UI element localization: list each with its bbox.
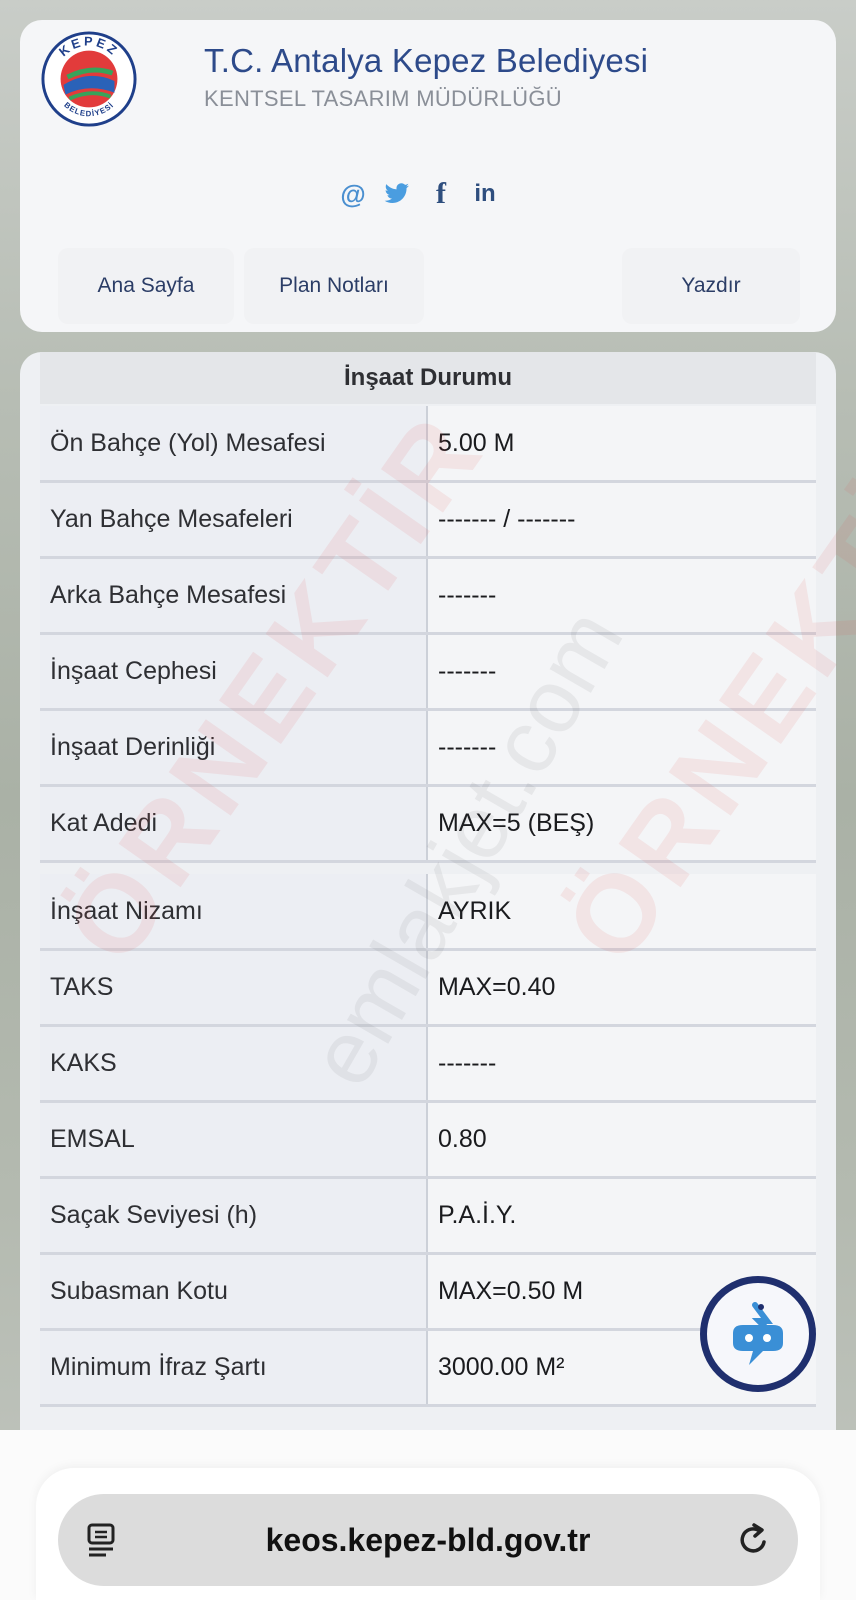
table-row: İnşaat Cephesi ------- (40, 634, 816, 708)
row-label: Arka Bahçe Mesafesi (40, 558, 428, 632)
construction-status-card: İnşaat Durumu Ön Bahçe (Yol) Mesafesi 5.… (20, 352, 856, 1452)
row-label: İnşaat Nizamı (40, 874, 428, 948)
email-icon[interactable]: @ (340, 178, 366, 210)
address-bar[interactable]: keos.kepez-bld.gov.tr (58, 1494, 798, 1586)
org-subtitle: KENTSEL TASARIM MÜDÜRLÜĞÜ (204, 86, 562, 111)
chat-bot-icon (733, 1302, 783, 1365)
twitter-icon[interactable] (384, 178, 410, 210)
row-value: 5.00 M (428, 406, 816, 480)
table-row: Yan Bahçe Mesafeleri ------- / ------- (40, 482, 816, 556)
facebook-icon[interactable]: f (428, 177, 454, 210)
row-label: Minimum İfraz Şartı (40, 1330, 428, 1404)
table-row: Saçak Seviyesi (h) P.A.İ.Y. (40, 1178, 816, 1252)
row-label: İnşaat Cephesi (40, 634, 428, 708)
row-value: ------- / ------- (428, 482, 816, 556)
row-label: Saçak Seviyesi (h) (40, 1178, 428, 1252)
row-label: KAKS (40, 1026, 428, 1100)
browser-toolbar: keos.kepez-bld.gov.tr (0, 1430, 856, 1600)
row-value: ------- (428, 710, 816, 784)
table-title: İnşaat Durumu (40, 352, 816, 404)
row-value: MAX=5 (BEŞ) (428, 786, 816, 860)
nav-plan-notes-button[interactable]: Plan Notları (244, 248, 424, 324)
row-label: Ön Bahçe (Yol) Mesafesi (40, 406, 428, 480)
row-label: Kat Adedi (40, 786, 428, 860)
linkedin-icon[interactable]: in (472, 178, 498, 210)
row-value: 0.80 (428, 1102, 816, 1176)
row-value: P.A.İ.Y. (428, 1178, 816, 1252)
row-value: ------- (428, 634, 816, 708)
row-value: ------- (428, 1026, 816, 1100)
table-row: Kat Adedi MAX=5 (BEŞ) (40, 786, 816, 860)
social-links: @ f in (340, 174, 498, 214)
table-row: Arka Bahçe Mesafesi ------- (40, 558, 816, 632)
table-row: EMSAL 0.80 (40, 1102, 816, 1176)
table-row: Ön Bahçe (Yol) Mesafesi 5.00 M (40, 406, 816, 480)
row-value: MAX=0.40 (428, 950, 816, 1024)
browser-address-area: keos.kepez-bld.gov.tr (36, 1468, 820, 1600)
row-value: AYRIK (428, 874, 816, 948)
row-label: EMSAL (40, 1102, 428, 1176)
row-label: İnşaat Derinliği (40, 710, 428, 784)
table-row: İnşaat Derinliği ------- (40, 710, 816, 784)
table-row: TAKS MAX=0.40 (40, 950, 816, 1024)
header-card: KEPEZ BELEDİYESİ T.C. Antalya Kepez Bele… (20, 20, 836, 332)
table-row: İnşaat Nizamı AYRIK (40, 874, 816, 948)
row-label: Subasman Kotu (40, 1254, 428, 1328)
row-label: Yan Bahçe Mesafeleri (40, 482, 428, 556)
nav-home-button[interactable]: Ana Sayfa (58, 248, 234, 324)
chat-assistant-button[interactable] (700, 1276, 816, 1392)
row-label: TAKS (40, 950, 428, 1024)
table-row: Subasman Kotu MAX=0.50 M (40, 1254, 816, 1328)
kepez-logo: KEPEZ BELEDİYESİ (41, 31, 137, 127)
reload-icon[interactable] (736, 1522, 772, 1558)
nav-print-button[interactable]: Yazdır (622, 248, 800, 324)
org-title: T.C. Antalya Kepez Belediyesi (204, 42, 649, 79)
table-row: KAKS ------- (40, 1026, 816, 1100)
url-text: keos.kepez-bld.gov.tr (265, 1521, 591, 1558)
row-value: ------- (428, 558, 816, 632)
